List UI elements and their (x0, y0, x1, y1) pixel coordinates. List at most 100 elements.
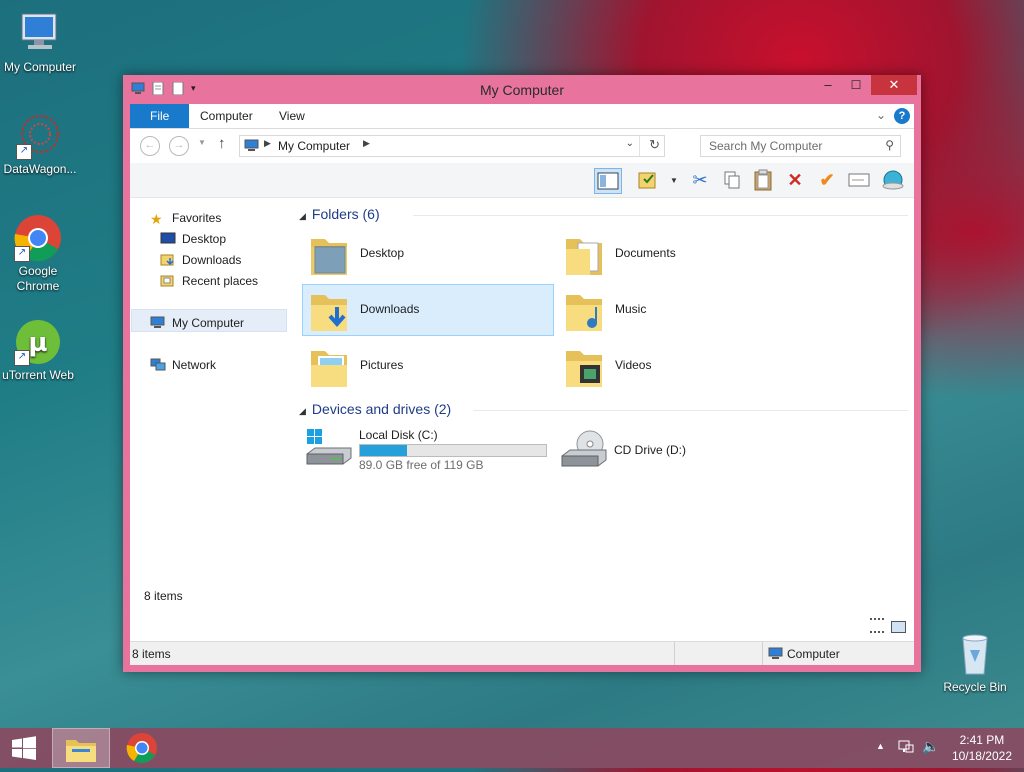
network-globe-icon[interactable] (880, 168, 906, 192)
desktop-icon-recycle-bin[interactable]: Recycle Bin (935, 630, 1015, 695)
system-clock[interactable]: 2:41 PM 10/18/2022 (952, 732, 1012, 764)
desktop-icon-label: uTorrent Web (2, 368, 74, 382)
documents-folder-icon (566, 239, 602, 275)
folder-tile-desktop[interactable]: Desktop (303, 229, 553, 279)
desktop-icon-utorrent-web[interactable]: µ ↗ uTorrent Web (0, 318, 78, 383)
recent-locations-icon[interactable]: ▼ (198, 138, 206, 147)
copy-icon[interactable] (719, 168, 745, 192)
disk-usage-bar (359, 444, 547, 457)
downloads-folder-icon (160, 253, 176, 266)
tab-file[interactable]: File (130, 104, 190, 128)
network-icon (150, 358, 166, 371)
search-icon[interactable]: ⚲ (885, 138, 894, 152)
maximize-button[interactable]: ☐ (841, 75, 871, 95)
preview-pane-button[interactable] (594, 168, 622, 194)
chevron-right-icon[interactable]: ▶ (363, 138, 370, 149)
videos-folder-icon (566, 351, 602, 387)
shortcut-arrow-icon: ↗ (14, 350, 30, 366)
start-button[interactable] (10, 736, 38, 760)
forward-button[interactable]: → (169, 136, 189, 156)
nav-label: Recent places (182, 274, 259, 288)
downloads-folder-icon (311, 295, 347, 331)
recycle-bin-icon (951, 630, 999, 678)
drive-tile-local-disk[interactable]: Local Disk (C:) 89.0 GB free of 119 GB (303, 426, 563, 476)
toolbar: ▼ ✂ ✕ ✔ (130, 163, 914, 198)
nav-item-downloads[interactable]: Downloads (160, 251, 241, 269)
properties-checklist-icon[interactable] (634, 168, 660, 192)
desktop-icon-label: Recycle Bin (943, 680, 1007, 694)
folder-tile-documents[interactable]: Documents (558, 229, 808, 279)
tab-computer[interactable]: Computer (186, 104, 267, 128)
clock-time: 2:41 PM (959, 733, 1005, 747)
folders-group-header[interactable]: ◢ Folders (6) (299, 206, 380, 222)
status-divider (762, 642, 763, 665)
collapse-triangle-icon: ◢ (299, 211, 306, 221)
search-input[interactable]: Search My Computer ⚲ (700, 135, 901, 157)
window-title: My Computer (479, 82, 565, 98)
desktop-icon-my-computer[interactable]: My Computer (0, 10, 80, 75)
clock-date: 10/18/2022 (951, 749, 1012, 763)
taskbar-file-explorer[interactable] (52, 728, 110, 768)
folder-tile-pictures[interactable]: Pictures (303, 341, 553, 391)
nav-item-network[interactable]: Network (150, 356, 216, 374)
taskbar-chrome[interactable] (126, 732, 160, 764)
folder-name: Music (615, 302, 647, 316)
group-title: Folders (6) (311, 206, 380, 222)
window-body: File Computer View ⌄ ? ← → ▼ ↑ ▶ My Comp… (130, 104, 914, 665)
explorer-window: ▾ My Computer – ☐ ✕ File Computer View ⌄… (123, 75, 921, 672)
tab-view[interactable]: View (265, 104, 319, 128)
nav-label: Desktop (182, 232, 227, 246)
minimize-button[interactable]: – (813, 75, 843, 95)
group-divider (413, 215, 908, 216)
up-button[interactable]: ↑ (218, 135, 226, 152)
address-bar[interactable]: ▶ My Computer ▶ ⌄ ↻ (239, 135, 665, 157)
computer-small-icon (244, 139, 260, 152)
desktop-icon-datawagon[interactable]: ↗ DataWagon... (0, 112, 80, 177)
nav-item-my-computer[interactable]: My Computer (150, 314, 244, 332)
desktop-icon-label: Google Chrome (16, 264, 60, 293)
nav-item-recent-places[interactable]: Recent places (160, 272, 258, 290)
chevron-down-icon[interactable]: ⌄ (626, 138, 634, 149)
nav-label: Favorites (172, 211, 222, 225)
item-count-footer: 8 items (144, 589, 183, 603)
refresh-icon[interactable]: ↻ (649, 137, 660, 153)
address-divider (639, 136, 640, 156)
checkmark-icon[interactable]: ✔ (814, 168, 840, 192)
back-button[interactable]: ← (140, 136, 160, 156)
group-title: Devices and drives (2) (311, 401, 452, 417)
volume-icon[interactable]: 🔈 (922, 738, 939, 755)
title-bar[interactable]: ▾ My Computer – ☐ ✕ (123, 75, 921, 103)
status-bar: 8 items Computer (130, 641, 914, 665)
cut-icon[interactable]: ✂ (687, 168, 713, 192)
delete-icon[interactable]: ✕ (782, 168, 808, 192)
folder-tile-downloads[interactable]: Downloads (302, 284, 554, 336)
local-disk-icon (306, 429, 352, 465)
nav-item-desktop[interactable]: Desktop (160, 230, 226, 248)
folder-name: Desktop (360, 246, 405, 260)
close-button[interactable]: ✕ (871, 75, 917, 95)
address-location[interactable]: My Computer (278, 139, 350, 153)
drives-group-header[interactable]: ◢ Devices and drives (2) (299, 401, 451, 417)
drive-tile-cd-drive[interactable]: CD Drive (D:) (558, 426, 818, 476)
large-icons-view-icon[interactable] (891, 621, 906, 633)
navigation-bar: ← → ▼ ↑ ▶ My Computer ▶ ⌄ ↻ Search My Co… (130, 129, 914, 163)
paste-icon[interactable] (750, 168, 776, 192)
chevron-right-icon[interactable]: ▶ (264, 138, 271, 149)
search-placeholder: Search My Computer (709, 139, 823, 153)
show-hidden-icons-icon[interactable]: ▲ (876, 741, 885, 751)
folder-tile-music[interactable]: Music (558, 285, 808, 335)
rename-icon[interactable] (846, 168, 872, 192)
desktop-icon-label: DataWagon... (3, 162, 77, 176)
chevron-down-icon[interactable]: ▼ (670, 176, 678, 185)
desktop-icon (160, 232, 176, 245)
folder-name: Videos (615, 358, 652, 372)
desktop-icon-google-chrome[interactable]: ↗ Google Chrome (0, 214, 78, 294)
recent-places-icon (160, 274, 176, 287)
expand-ribbon-icon[interactable]: ⌄ (876, 108, 886, 122)
nav-item-favorites[interactable]: ★ Favorites (150, 209, 221, 227)
svg-text:µ: µ (28, 328, 47, 358)
details-view-icon[interactable] (870, 618, 884, 633)
network-status-icon[interactable] (898, 739, 914, 758)
help-icon[interactable]: ? (894, 108, 910, 124)
folder-tile-videos[interactable]: Videos (558, 341, 808, 391)
